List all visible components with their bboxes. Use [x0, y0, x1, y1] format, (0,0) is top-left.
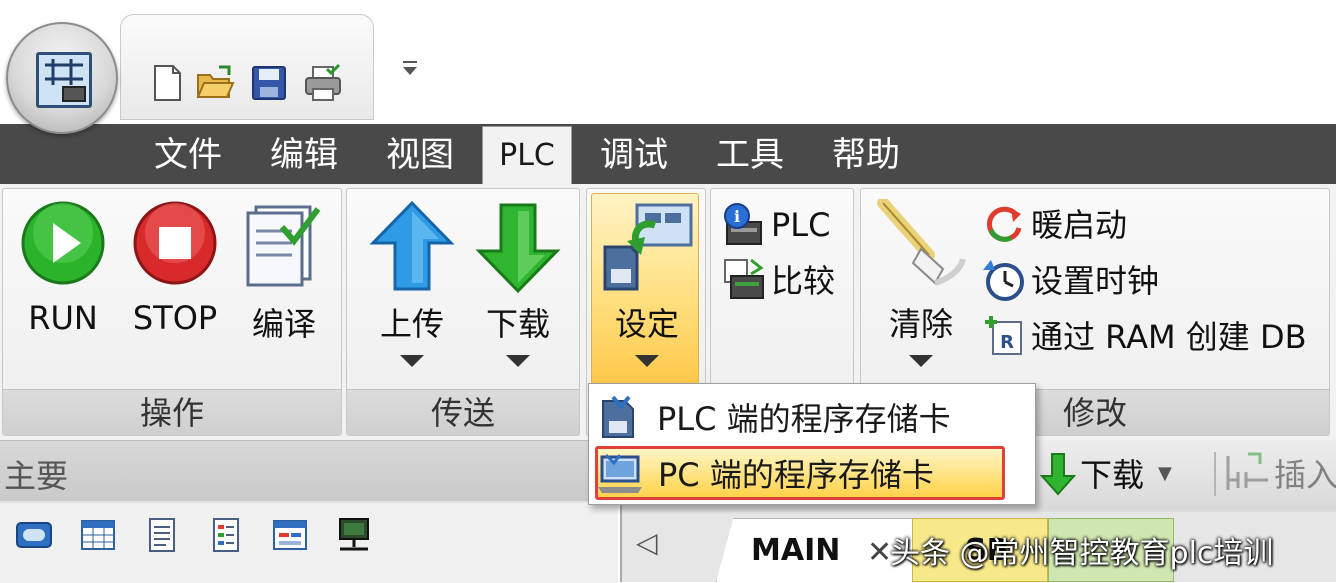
create-db-button[interactable]: R 通过 RAM 创建 DB [981, 311, 1307, 359]
download-button[interactable]: 下载 [473, 199, 563, 367]
setup-dropdown-caret[interactable] [635, 355, 659, 367]
plc-info-button[interactable]: i PLC [721, 201, 830, 249]
warm-start-button[interactable]: 暖启动 [981, 199, 1127, 247]
run-label: RUN [28, 299, 98, 337]
ladder-app-icon [36, 52, 92, 108]
svg-text:R: R [1000, 332, 1014, 353]
group-transfer-label: 传送 [347, 389, 579, 435]
plc-info-icon: i [724, 203, 762, 245]
upload-button[interactable]: 上传 [367, 199, 457, 367]
panel-title: 主要 [4, 457, 69, 495]
table-icon[interactable] [78, 515, 118, 555]
clear-dropdown-caret[interactable] [909, 355, 933, 367]
tab-main-label: MAIN [751, 533, 841, 568]
clear-button[interactable]: 清除 [871, 197, 971, 367]
compile-label: 编译 [251, 305, 316, 343]
customize-dropdown-icon[interactable] [400, 58, 420, 78]
run-icon [21, 201, 105, 285]
clock-icon [983, 260, 1024, 301]
print-icon[interactable] [303, 63, 343, 103]
quick-access-bar [0, 0, 1336, 134]
dropdown-item-plc-memory-card[interactable]: PLC 端的程序存储卡 [595, 390, 1031, 444]
panel-toolbar [0, 503, 618, 583]
insert-contact-icon [1226, 452, 1268, 490]
tab-scroll-left-icon[interactable]: ◁ [636, 526, 658, 559]
warm-start-label: 暖启动 [1031, 206, 1128, 244]
toolbar-insert-label: 插入 [1274, 456, 1336, 494]
group-operate: RUN STOP 编译 操作 [2, 188, 342, 436]
setup-label: 设定 [614, 305, 679, 343]
save-icon[interactable] [249, 63, 289, 103]
download-dropdown-caret[interactable] [506, 355, 530, 367]
menu-bar: 文件 编辑 视图 PLC 调试 工具 帮助 [0, 124, 1336, 184]
application-button[interactable] [6, 22, 118, 134]
plc-memory-card-icon [602, 395, 634, 438]
watermark: 头条 @常州智控教育plc培训 [890, 536, 1274, 571]
set-clock-button[interactable]: 设置时钟 [981, 255, 1159, 303]
svg-text:i: i [734, 207, 740, 226]
colored-document-icon[interactable] [206, 515, 246, 555]
dropdown-item-pc-memory-card[interactable]: PC 端的程序存储卡 [595, 446, 1005, 500]
eraser-brush-icon [877, 197, 966, 286]
warm-start-refresh-icon [986, 206, 1022, 242]
quick-access-panel [120, 14, 374, 120]
stop-icon [133, 201, 217, 285]
toolbar-download-icon [1040, 453, 1076, 496]
menu-plc[interactable]: PLC [482, 126, 572, 184]
panel-title-bar: 主要 [0, 441, 618, 501]
group-operate-label: 操作 [3, 389, 341, 435]
set-clock-label: 设置时钟 [1031, 262, 1160, 300]
clear-label: 清除 [888, 305, 953, 343]
form-icon[interactable] [270, 515, 310, 555]
setup-button[interactable]: 设定 [597, 199, 697, 367]
menu-debug[interactable]: 调试 [586, 124, 682, 184]
toolbar-separator [1214, 452, 1216, 496]
menu-tools[interactable]: 工具 [702, 124, 798, 184]
pc-memory-card-icon [598, 453, 642, 493]
create-db-icon: R [985, 316, 1022, 355]
plc-info-label: PLC [771, 206, 831, 244]
stop-label: STOP [132, 299, 218, 337]
dropdown-item-plc-label: PLC 端的程序存储卡 [657, 400, 951, 438]
stop-button[interactable]: STOP [125, 199, 225, 337]
download-arrow-icon [475, 203, 561, 294]
dropdown-item-pc-label: PC 端的程序存储卡 [658, 456, 934, 494]
upload-arrow-icon [369, 200, 455, 291]
memory-card-icon [603, 203, 693, 291]
compare-icon [724, 258, 764, 299]
toolbar-download-button[interactable]: 下载 ▼ [1040, 450, 1172, 496]
compare-button[interactable]: 比较 [721, 255, 835, 303]
toolbar-download-label: 下载 [1080, 456, 1145, 494]
create-db-label: 通过 RAM 创建 DB [1031, 318, 1307, 356]
menu-help[interactable]: 帮助 [818, 124, 914, 184]
upload-label: 上传 [379, 305, 444, 343]
new-file-icon[interactable] [147, 63, 187, 103]
menu-edit[interactable]: 编辑 [256, 124, 352, 184]
open-folder-icon[interactable] [195, 63, 235, 103]
compile-button[interactable]: 编译 [239, 199, 329, 345]
main-panel: 主要 [0, 440, 618, 583]
upload-dropdown-caret[interactable] [400, 355, 424, 367]
tab-close-icon[interactable]: ✕ [867, 535, 892, 570]
compile-icon [246, 205, 321, 287]
document-list-icon[interactable] [142, 515, 182, 555]
toolbar-insert-button[interactable]: 插入 [1224, 450, 1336, 496]
compare-label: 比较 [771, 262, 836, 300]
network-computer-icon[interactable] [334, 515, 374, 555]
setup-dropdown-menu: PLC 端的程序存储卡 PC 端的程序存储卡 [588, 383, 1036, 505]
menu-file[interactable]: 文件 [140, 124, 236, 184]
run-button[interactable]: RUN [15, 199, 111, 337]
group-transfer: 上传 下载 传送 [346, 188, 580, 436]
download-label: 下载 [485, 305, 550, 343]
toolbar-download-caret-icon[interactable]: ▼ [1158, 463, 1172, 484]
menu-view[interactable]: 视图 [372, 124, 468, 184]
tag-icon[interactable] [14, 515, 54, 555]
